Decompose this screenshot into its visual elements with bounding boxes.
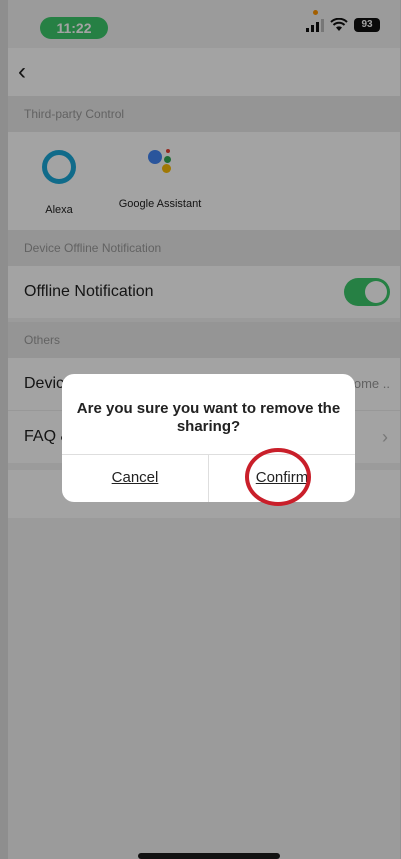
highlight-circle-annotation — [245, 448, 311, 506]
home-indicator — [138, 853, 280, 859]
dialog-message: Are you sure you want to remove the shar… — [76, 400, 341, 435]
confirm-dialog: Are you sure you want to remove the shar… — [62, 374, 355, 502]
cancel-button[interactable]: Cancel — [62, 454, 208, 502]
